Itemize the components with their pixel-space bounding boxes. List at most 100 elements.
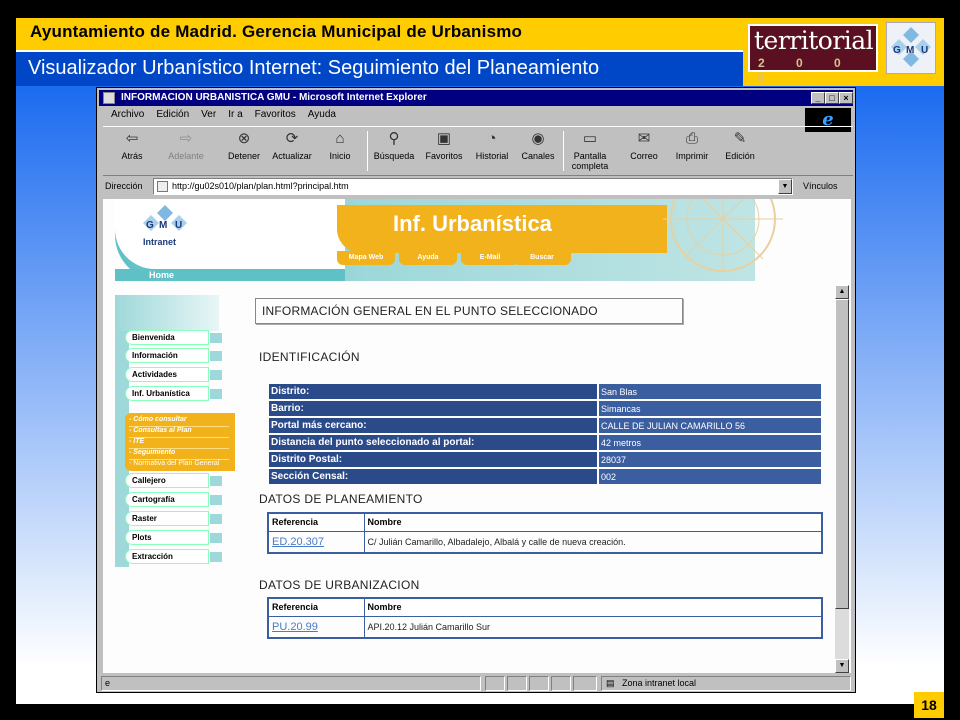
mail-button[interactable]: ✉ Correo [617,129,671,161]
row-key: Barrio: [269,401,597,416]
menu-ver[interactable]: Ver [201,109,216,125]
row-key: Portal más cercano: [269,418,597,433]
planeamiento-table: Referencia Nombre ED.20.307 C/ Julián Ca… [267,512,823,554]
sidebar-item-raster[interactable]: Raster [125,511,222,526]
favorites-icon: ▣ [436,130,452,147]
slide-header: Ayuntamiento de Madrid. Gerencia Municip… [16,18,944,86]
menu-ayuda[interactable]: Ayuda [308,109,336,125]
page-icon [157,181,168,192]
ie-window-icon [103,92,115,104]
sidebar-item-callejero[interactable]: Callejero [125,473,222,488]
refresh-button[interactable]: ⟳ Actualizar [265,129,319,161]
edit-button[interactable]: ✎ Edición [713,129,767,161]
row-key: Distancia del punto seleccionado al port… [269,435,597,450]
status-cell [507,676,527,691]
nav-buscar[interactable]: Buscar [513,251,571,265]
address-input[interactable]: http://gu02s010/plan/plan.html?principal… [153,178,793,195]
urbanizacion-ref-link[interactable]: PU.20.99 [267,615,365,639]
fullscreen-button[interactable]: ▭ Pantalla completa [563,129,617,171]
toolbar: ⇦ Atrás ⇨ Adelante ⊗ Detener ⟳ Actualizar ⌂ I… [103,126,853,176]
sidebar-decoration [115,295,219,331]
menu-archivo[interactable]: Archivo [111,109,144,125]
submenu-como-consultar[interactable]: - Cómo consultar [129,416,187,423]
ie-status-icon: e [105,678,111,688]
links-button[interactable]: Vínculos [803,181,838,191]
svg-text:M: M [906,45,914,56]
history-icon: ◔ [487,130,497,147]
page-content: G M U Intranet Home Inf. Urbanística Map… [103,199,851,673]
sidebar-item-extraccion[interactable]: Extracción [125,549,222,564]
address-bar: Dirección http://gu02s010/plan/plan.html… [103,178,853,196]
table-header-row: Referencia Nombre [267,597,823,617]
urbanizacion-nombre: API.20.12 Julián Camarillo Sur [363,615,823,639]
edit-icon: ✎ [733,130,747,147]
row-value: CALLE DE JULIAN CAMARILLO 56 [599,418,821,433]
planeamiento-nombre: C/ Julián Camarillo, Albadalejo, Albalá … [363,530,823,554]
page-number: 18 [914,692,944,718]
maximize-icon[interactable]: □ [825,92,839,104]
urbanizacion-table: Referencia Nombre PU.20.99 API.20.12 Jul… [267,597,823,639]
submenu-consultas-plan[interactable]: - Consultas al Plan [129,427,192,434]
back-button[interactable]: ⇦ Atrás [105,129,159,161]
sidebar-item-actividades[interactable]: Actividades [125,367,222,382]
row-value: 002 [599,469,821,484]
nav-ayuda[interactable]: Ayuda [399,251,457,265]
close-icon[interactable]: × [839,92,853,104]
sidebar-item-cartografia[interactable]: Cartografía [125,492,222,507]
home-button[interactable]: ⌂ Inicio [313,129,367,161]
table-row: PU.20.99 API.20.12 Julián Camarillo Sur [267,615,823,639]
stop-button[interactable]: ⊗ Detener [217,129,271,161]
row-key: Distrito Postal: [269,452,597,467]
scroll-up-icon[interactable]: ▲ [835,285,849,299]
print-button[interactable]: ⎙ Imprimir [665,129,719,161]
scroll-thumb[interactable] [835,299,849,609]
column-header: Nombre [363,512,823,532]
territorial-logo: territorial 2 0 0 0 [748,24,878,84]
sidebar-submenu: - Cómo consultar - Consultas al Plan - I… [125,413,235,471]
menu-ir-a[interactable]: Ir a [228,109,242,125]
territorial-logo-year: 2 0 0 0 [758,56,855,84]
sidebar-item-plots[interactable]: Plots [125,530,222,545]
search-button[interactable]: ⚲ Búsqueda [367,129,421,161]
channels-button[interactable]: ◉ Canales [511,129,565,161]
status-cell [529,676,549,691]
menu-favoritos[interactable]: Favoritos [255,109,296,125]
banner-title: Inf. Urbanística [393,211,552,236]
sidebar-item-inf-urbanistica[interactable]: Inf. Urbanística [125,386,222,401]
row-key: Sección Censal: [269,469,597,484]
territorial-logo-word: territorial [754,26,874,55]
print-icon: ⎙ [685,130,698,147]
forward-button[interactable]: ⇨ Adelante [159,129,213,161]
submenu-ite[interactable]: - ITE [129,438,144,445]
address-dropdown-icon[interactable]: ▼ [778,179,792,194]
svg-text:M: M [159,220,167,231]
table-row: Portal más cercano: CALLE DE JULIAN CAMAR… [269,418,821,433]
submenu-seguimiento[interactable]: - Seguimiento [129,449,175,456]
minimize-icon[interactable]: _ [811,92,825,104]
address-label: Dirección [105,181,143,191]
row-value: 28037 [599,452,821,467]
table-row: Distancia del punto seleccionado al port… [269,435,821,450]
submenu-normativa[interactable]: - Normativa del Plan General [129,460,219,467]
planeamiento-ref-link[interactable]: ED.20.307 [267,530,365,554]
nav-email[interactable]: E-Mail [461,251,519,265]
home-icon: ⌂ [335,130,345,147]
status-cell: e [101,676,481,691]
sidebar-item-bienvenida[interactable]: Bienvenida [125,330,222,345]
vertical-scrollbar[interactable]: ▲ ▼ [835,285,849,673]
status-cell [573,676,597,691]
home-link[interactable]: Home [149,270,174,280]
scroll-down-icon[interactable]: ▼ [835,659,849,673]
favorites-button[interactable]: ▣ Favoritos [417,129,471,161]
svg-text:U: U [921,45,928,56]
back-arrow-icon: ⇦ [125,130,139,147]
search-icon: ⚲ [388,130,400,147]
sidebar-item-informacion[interactable]: Información [125,348,222,363]
menu-edicion[interactable]: Edición [156,109,189,125]
window-title: INFORMACION URBANISTICA GMU - Microsoft … [121,92,427,103]
table-row: Barrio: Simancas [269,401,821,416]
row-key: Distrito: [269,384,597,399]
row-value: 42 metros [599,435,821,450]
nav-mapa-web[interactable]: Mapa Web [337,251,395,265]
status-zone-cell: ▤ Zona intranet local [601,676,851,691]
